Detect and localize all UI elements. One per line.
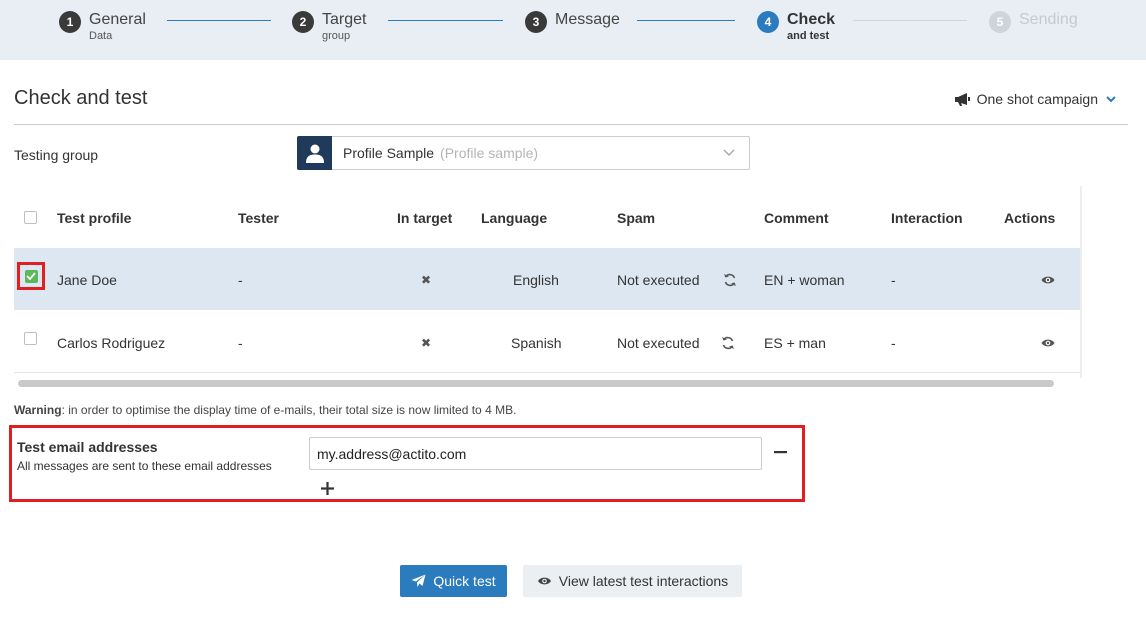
campaign-type-dropdown[interactable]: One shot campaign <box>954 91 1116 107</box>
step-connector <box>167 20 271 21</box>
plus-icon <box>320 481 334 495</box>
step-general[interactable]: 1 General Data <box>59 9 146 42</box>
table-horizontal-scrollbar[interactable] <box>18 380 1054 387</box>
cell-comment: EN + woman <box>764 272 845 288</box>
page-title: Check and test <box>14 87 148 109</box>
test-email-title: Test email addresses <box>17 439 158 455</box>
step-number: 5 <box>989 11 1011 33</box>
size-warning: Warning: in order to optimise the displa… <box>14 403 516 417</box>
header-in-target[interactable]: In target <box>397 210 452 226</box>
cell-tester: - <box>238 335 243 351</box>
testing-group-value-sub: (Profile sample) <box>440 145 539 161</box>
test-email-input[interactable] <box>309 437 762 470</box>
cell-language: Spanish <box>511 335 562 351</box>
step-title: Message <box>555 11 620 28</box>
profile-avatar <box>297 135 332 170</box>
cell-name: Carlos Rodriguez <box>57 335 166 351</box>
step-subtitle: and test <box>787 30 830 42</box>
warning-label: Warning <box>14 403 62 417</box>
paper-plane-icon <box>411 574 426 587</box>
view-latest-label: View latest test interactions <box>558 573 729 589</box>
step-number: 1 <box>59 11 81 33</box>
testing-group-select[interactable]: Profile Sample (Profile sample) <box>297 135 750 170</box>
header-divider <box>14 124 1128 125</box>
cell-spam: Not executed <box>617 272 700 288</box>
header-spam[interactable]: Spam <box>617 210 655 226</box>
header-comment[interactable]: Comment <box>764 210 829 226</box>
chevron-down-icon <box>723 149 735 157</box>
cell-comment: ES + man <box>764 335 826 351</box>
cell-spam: Not executed <box>617 335 700 351</box>
step-title: Check <box>787 11 836 28</box>
step-number: 3 <box>525 11 547 33</box>
step-title: General <box>89 11 146 28</box>
add-email-button[interactable] <box>319 478 335 498</box>
step-subtitle: group <box>322 30 351 42</box>
cell-tester: - <box>238 272 243 288</box>
testing-group-value: Profile Sample <box>343 145 435 161</box>
view-latest-interactions-button[interactable]: View latest test interactions <box>523 565 742 597</box>
table-header: Test profile Tester In target Language S… <box>14 186 1080 248</box>
test-profiles-table: Test profile Tester In target Language S… <box>14 186 1082 378</box>
refresh-icon[interactable] <box>721 336 735 350</box>
step-target[interactable]: 2 Target group <box>292 9 366 42</box>
row-checkbox[interactable] <box>24 269 38 283</box>
check-icon <box>26 272 36 280</box>
header-test-profile[interactable]: Test profile <box>57 210 131 226</box>
megaphone-icon <box>954 93 970 106</box>
test-email-section: Test email addresses All messages are se… <box>9 425 805 502</box>
highlight-frame <box>17 262 45 290</box>
step-connector <box>637 20 735 21</box>
quick-test-label: Quick test <box>433 573 496 589</box>
cell-name: Jane Doe <box>57 272 117 288</box>
step-title: Target <box>322 11 367 28</box>
header-interaction[interactable]: Interaction <box>891 210 963 226</box>
cell-interaction: - <box>891 272 896 288</box>
step-title: Sending <box>1019 11 1078 28</box>
eye-icon[interactable] <box>1041 275 1055 285</box>
refresh-icon[interactable] <box>723 273 737 287</box>
step-subtitle: Data <box>89 30 113 42</box>
header-language[interactable]: Language <box>481 210 547 226</box>
row-checkbox[interactable] <box>24 332 37 345</box>
eye-icon[interactable] <box>1041 338 1055 348</box>
cell-language: English <box>513 272 559 288</box>
step-sending: 5 Sending <box>989 9 1078 33</box>
header-tester[interactable]: Tester <box>238 210 279 226</box>
wizard-stepper: 1 General Data 2 Target group 3 Message 4 … <box>0 0 1146 60</box>
test-email-subtitle: All messages are sent to these email add… <box>17 459 272 473</box>
testing-group-label: Testing group <box>14 147 99 163</box>
campaign-type-label: One shot campaign <box>976 91 1098 107</box>
minus-icon <box>773 450 787 453</box>
remove-email-button[interactable] <box>772 442 788 462</box>
step-number: 4 <box>757 11 779 33</box>
header-actions: Actions <box>1004 210 1056 226</box>
chevron-down-icon <box>1106 96 1116 103</box>
step-check-and-test[interactable]: 4 Check and test <box>757 9 835 42</box>
cell-interaction: - <box>891 335 896 351</box>
table-row[interactable]: Jane Doe - ✖ English Not executed EN + w… <box>14 248 1080 310</box>
warning-text: : in order to optimise the display time … <box>61 403 517 417</box>
select-all-checkbox[interactable] <box>24 211 37 224</box>
step-connector <box>853 20 967 21</box>
user-icon <box>305 144 324 163</box>
cross-icon: ✖ <box>421 336 432 350</box>
step-message[interactable]: 3 Message <box>525 9 620 33</box>
quick-test-button[interactable]: Quick test <box>400 565 507 597</box>
step-number: 2 <box>292 11 314 33</box>
step-connector <box>388 20 503 21</box>
table-row[interactable]: Carlos Rodriguez - ✖ Spanish Not execute… <box>14 311 1080 373</box>
cross-icon: ✖ <box>421 273 432 287</box>
eye-icon <box>537 577 551 585</box>
